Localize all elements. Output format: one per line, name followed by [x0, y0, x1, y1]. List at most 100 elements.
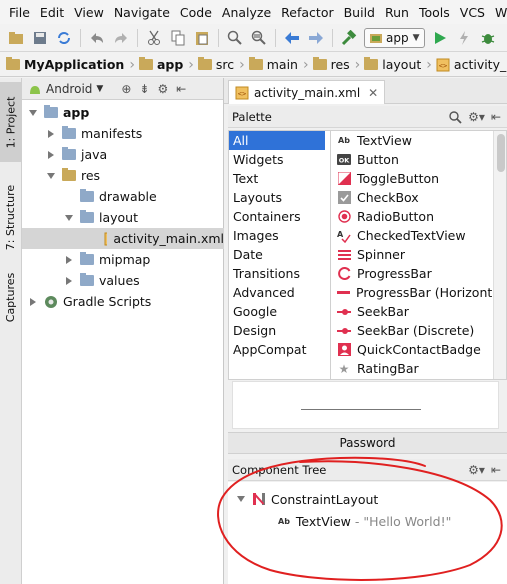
menu-tools[interactable]: Tools	[414, 5, 455, 20]
menu-view[interactable]: View	[69, 5, 109, 20]
copy-icon[interactable]	[167, 27, 189, 49]
redo-icon[interactable]	[110, 27, 132, 49]
expanded-arrow-icon[interactable]	[64, 213, 74, 223]
collapsed-arrow-icon[interactable]	[46, 150, 56, 160]
palette-widget-progressbar-horizontal[interactable]: ProgressBar (Horizontal)	[332, 283, 506, 302]
tree-item-drawable[interactable]: drawable	[22, 186, 224, 207]
palette-category[interactable]: Text	[229, 169, 330, 188]
gear-icon[interactable]: ⚙▾	[468, 463, 485, 477]
sync-icon[interactable]	[53, 27, 75, 49]
hide-icon[interactable]: ⇤	[176, 82, 186, 96]
palette-category[interactable]: Design	[229, 321, 330, 340]
collapse-icon[interactable]: ⇟	[139, 82, 149, 96]
component-constraintlayout[interactable]: ConstraintLayout	[236, 489, 378, 509]
palette-widget-spinner[interactable]: Spinner	[332, 245, 492, 264]
collapsed-arrow-icon[interactable]	[46, 129, 56, 139]
expanded-arrow-icon[interactable]	[46, 171, 56, 181]
collapsed-arrow-icon[interactable]	[64, 255, 74, 265]
menu-file[interactable]: File	[4, 5, 35, 20]
tree-item-values[interactable]: values	[22, 270, 224, 291]
menu-code[interactable]: Code	[175, 5, 217, 20]
tab-activity-main[interactable]: <> activity_main.xml ✕	[228, 80, 386, 104]
breadcrumb-main[interactable]: main ›	[248, 57, 313, 73]
menu-window[interactable]: Window	[490, 5, 507, 20]
breadcrumb-app[interactable]: app ›	[138, 57, 198, 73]
textview-icon: Ab	[338, 136, 350, 145]
gear-icon[interactable]: ⚙▾	[468, 110, 485, 124]
view-mode-select[interactable]: Android ▼	[28, 82, 103, 96]
collapsed-arrow-icon[interactable]	[28, 297, 38, 307]
tree-item-layout[interactable]: layout	[22, 207, 224, 228]
palette-widget-quickcontactbadge[interactable]: QuickContactBadge	[332, 340, 492, 359]
close-icon[interactable]: ✕	[368, 86, 378, 100]
breadcrumb-src[interactable]: src ›	[197, 57, 249, 73]
palette-widget-seekbar-discrete[interactable]: SeekBar (Discrete)	[332, 321, 492, 340]
breadcrumb-res[interactable]: res ›	[312, 57, 365, 73]
back-icon[interactable]	[281, 27, 303, 49]
hide-icon[interactable]: ⇤	[491, 110, 501, 124]
palette-category[interactable]: Google	[229, 302, 330, 321]
tree-item-activity-main[interactable]: <> activity_main.xml	[22, 228, 224, 249]
palette-widget-checkbox[interactable]: CheckBox	[332, 188, 492, 207]
collapsed-arrow-icon[interactable]	[64, 276, 74, 286]
tree-item-app[interactable]: app	[22, 102, 224, 123]
find-icon[interactable]	[224, 27, 246, 49]
expanded-arrow-icon[interactable]	[28, 108, 38, 118]
breadcrumb-layout[interactable]: layout ›	[364, 57, 436, 73]
palette-category[interactable]: All	[229, 131, 325, 150]
replace-icon[interactable]	[248, 27, 270, 49]
undo-icon[interactable]	[86, 27, 108, 49]
palette-widget-ratingbar[interactable]: ★ RatingBar	[332, 359, 492, 378]
expanded-arrow-icon[interactable]	[236, 494, 246, 504]
palette-category[interactable]: Date	[229, 245, 330, 264]
component-textview[interactable]: Ab TextView - "Hello World!"	[278, 511, 451, 531]
cut-icon[interactable]	[143, 27, 165, 49]
palette-widget-checkedtextview[interactable]: A CheckedTextView	[332, 226, 492, 245]
run-icon[interactable]	[429, 27, 451, 49]
tree-item-java[interactable]: java	[22, 144, 224, 165]
palette-category[interactable]: Advanced	[229, 283, 330, 302]
tree-item-gradle-scripts[interactable]: Gradle Scripts	[22, 291, 224, 312]
search-icon[interactable]	[449, 110, 462, 124]
palette-category[interactable]: Widgets	[229, 150, 330, 169]
tree-item-manifests[interactable]: manifests	[22, 123, 224, 144]
tree-item-mipmap[interactable]: mipmap	[22, 249, 224, 270]
breadcrumb-project[interactable]: MyApplication ›	[6, 57, 139, 73]
palette-widget-textview[interactable]: Ab TextView	[332, 131, 492, 150]
menu-build[interactable]: Build	[339, 5, 380, 20]
palette-widget-radiobutton[interactable]: RadioButton	[332, 207, 492, 226]
palette-widget-seekbar[interactable]: SeekBar	[332, 302, 492, 321]
save-icon[interactable]	[29, 27, 51, 49]
palette-category[interactable]: Layouts	[229, 188, 330, 207]
palette-scrollbar[interactable]	[493, 131, 506, 379]
run-config-select[interactable]: app ▼	[364, 27, 425, 48]
palette-category[interactable]: Transitions	[229, 264, 330, 283]
menu-navigate[interactable]: Navigate	[109, 5, 175, 20]
debug-icon[interactable]	[477, 27, 499, 49]
target-icon[interactable]: ⊕	[121, 82, 131, 96]
menu-run[interactable]: Run	[380, 5, 414, 20]
tab-project[interactable]: 1: Project	[0, 82, 22, 162]
hide-icon[interactable]: ⇤	[491, 463, 501, 477]
tab-captures[interactable]: Captures	[0, 264, 22, 330]
menu-analyze[interactable]: Analyze	[217, 5, 276, 20]
menu-edit[interactable]: Edit	[35, 5, 69, 20]
breadcrumb-file[interactable]: <> activity_main.xml	[436, 57, 507, 72]
tab-structure[interactable]: 7: Structure	[0, 172, 22, 262]
forward-icon[interactable]	[305, 27, 327, 49]
menu-vcs[interactable]: VCS	[455, 5, 490, 20]
make-project-icon[interactable]	[338, 27, 360, 49]
gear-icon[interactable]: ⚙	[157, 82, 168, 96]
scrollbar-thumb[interactable]	[497, 134, 505, 172]
palette-widget-togglebutton[interactable]: ToggleButton	[332, 169, 492, 188]
open-folder-icon[interactable]	[5, 27, 27, 49]
palette-category[interactable]: Images	[229, 226, 330, 245]
menu-refactor[interactable]: Refactor	[276, 5, 338, 20]
palette-widget-button[interactable]: OK Button	[332, 150, 492, 169]
apply-changes-icon[interactable]	[453, 27, 475, 49]
palette-widget-progressbar[interactable]: ProgressBar	[332, 264, 492, 283]
tree-item-res[interactable]: res	[22, 165, 224, 186]
palette-category[interactable]: AppCompat	[229, 340, 330, 359]
palette-category[interactable]: Containers	[229, 207, 330, 226]
paste-icon[interactable]	[191, 27, 213, 49]
